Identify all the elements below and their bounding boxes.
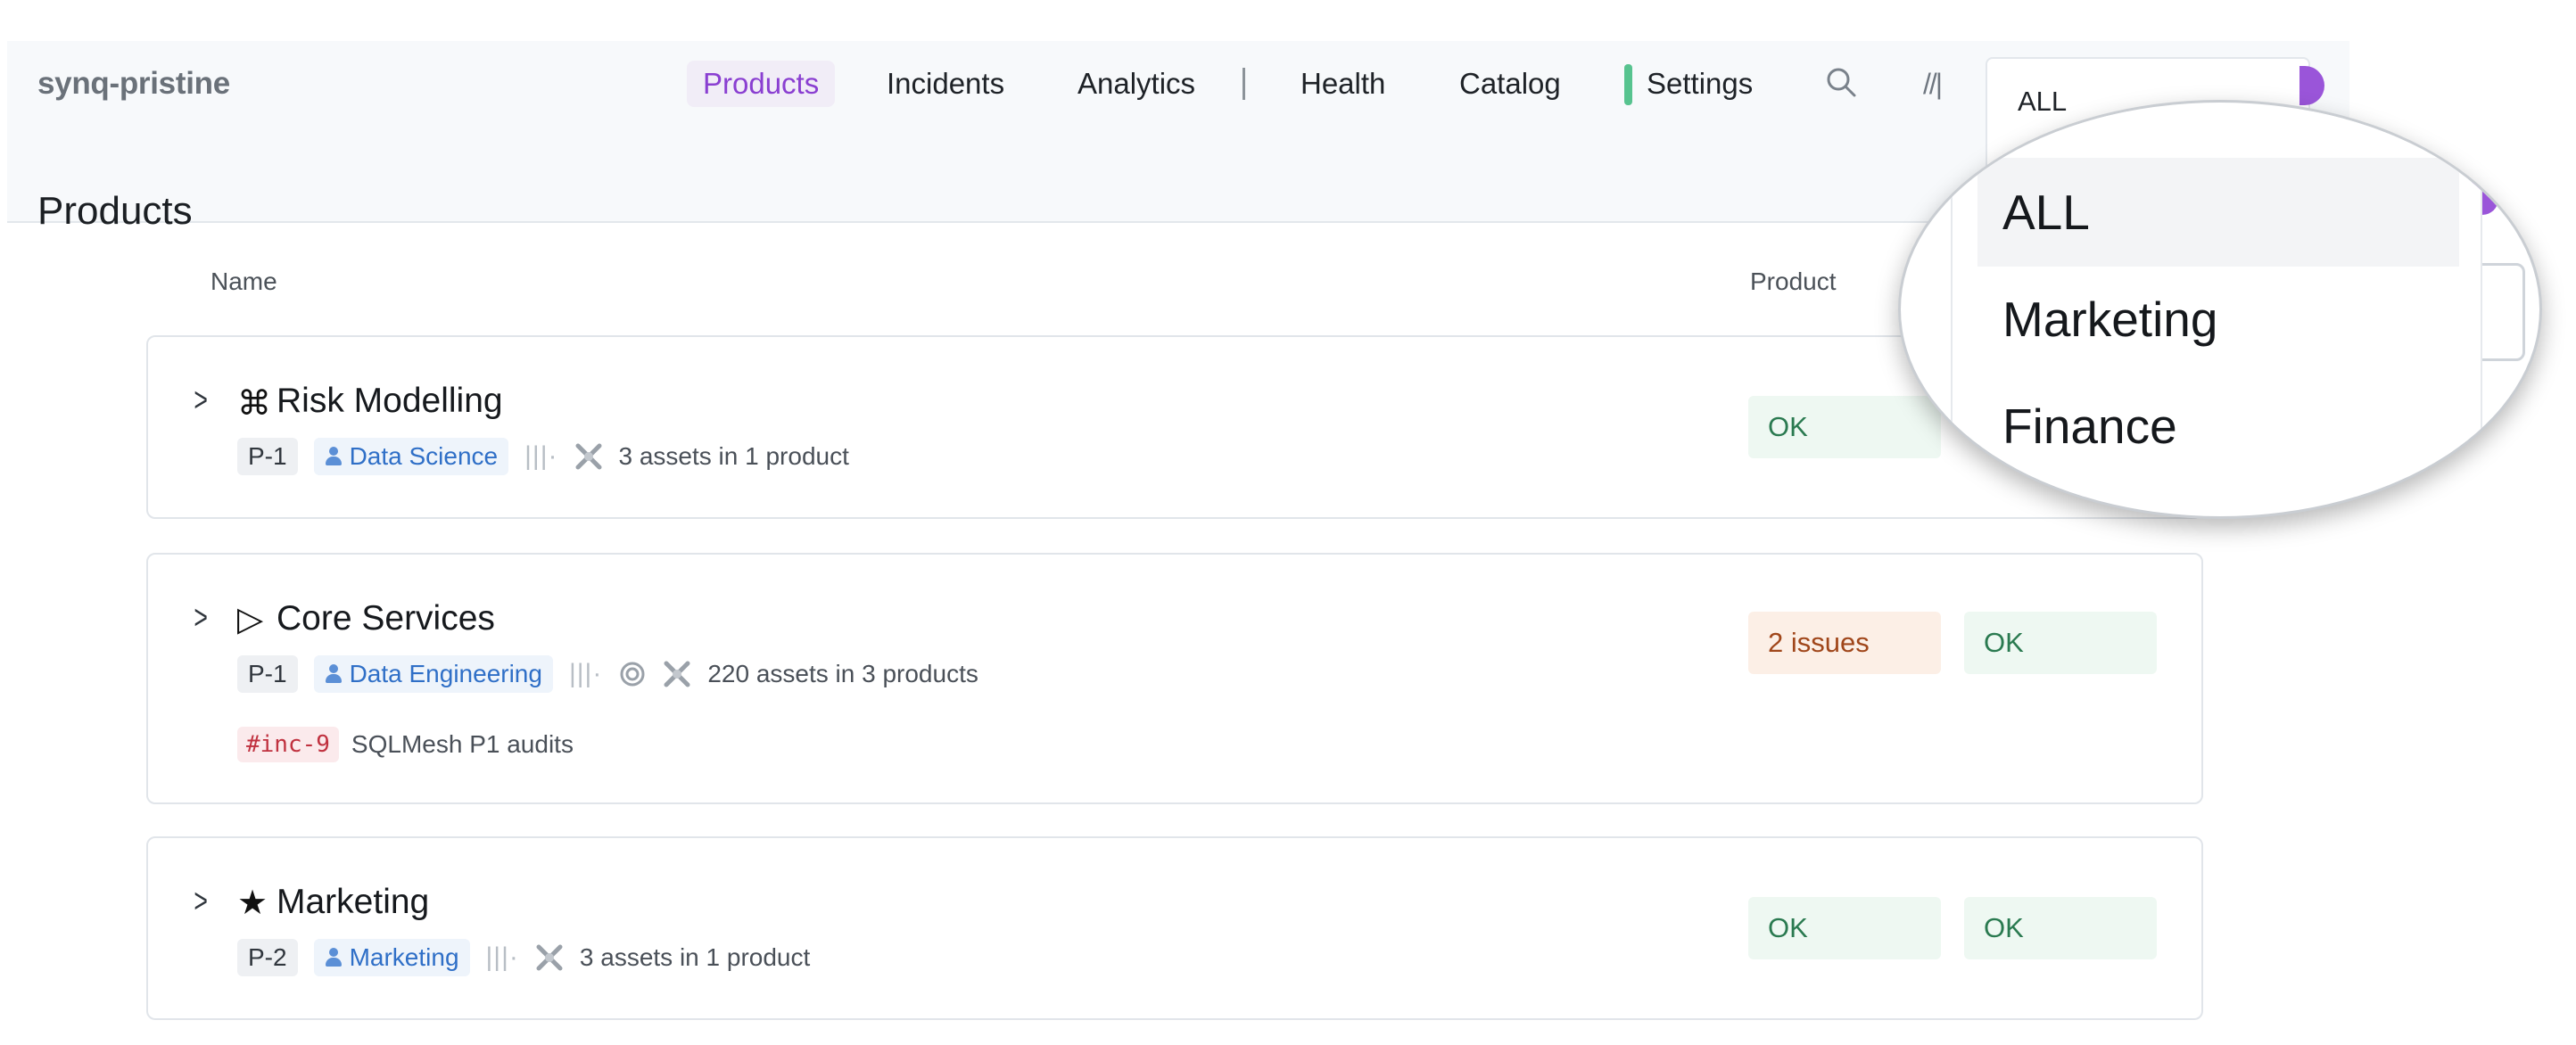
assets-summary: 220 assets in 3 products <box>707 660 978 687</box>
domain-dropdown-menu: ALL Marketing Finance <box>1951 111 2482 497</box>
dropdown-option-all[interactable]: ALL <box>1977 158 2459 267</box>
priority-badge: P-2 <box>237 939 298 976</box>
product-row[interactable]: > ⌘ Risk Modelling P-1 Data Science |||·… <box>146 335 2203 519</box>
incident-title[interactable]: SQLMesh P1 audits <box>351 730 574 759</box>
product-row[interactable]: > ★ Marketing P-2 Marketing |||· 3 asset… <box>146 836 2203 1020</box>
star-icon: ★ <box>237 885 268 922</box>
dropdown-magnifier: ALL Marketing Finance <box>1898 100 2542 519</box>
search-icon[interactable] <box>1823 64 1859 100</box>
bars-icon: |||· <box>485 942 519 972</box>
status-badge-product[interactable]: OK <box>1748 396 1941 458</box>
nav-separator <box>1243 68 1245 100</box>
incident-tag[interactable]: #inc-9 <box>237 727 339 762</box>
status-badge-health[interactable]: OK <box>1964 897 2157 959</box>
nav-catalog[interactable]: Catalog <box>1459 61 1561 107</box>
owner-label: Marketing <box>349 943 459 971</box>
expand-chevron-icon[interactable]: > <box>194 599 208 638</box>
nav-products[interactable]: Products <box>687 61 836 107</box>
incident-line[interactable]: #inc-9 SQLMesh P1 audits <box>237 726 574 763</box>
owner-label: Data Engineering <box>349 660 542 687</box>
product-row[interactable]: > ▷ Core Services P-1 Data Engineering |… <box>146 553 2203 804</box>
owner-badge[interactable]: Data Science <box>313 438 509 475</box>
nav-analytics[interactable]: Analytics <box>1077 61 1195 107</box>
integration-icon <box>664 661 690 687</box>
person-icon <box>325 446 343 467</box>
bars-icon: |||· <box>568 659 603 688</box>
command-icon: ⌘ <box>237 385 271 423</box>
column-header-product[interactable]: Product <box>1750 267 1837 296</box>
play-icon: ▷ <box>237 601 264 638</box>
column-header-name[interactable]: Name <box>211 267 277 296</box>
owner-label: Data Science <box>349 442 499 470</box>
sync-icon <box>620 662 645 687</box>
product-meta: P-1 Data Science |||· 3 assets in 1 prod… <box>237 437 849 476</box>
nav-settings[interactable]: Settings <box>1647 61 1753 107</box>
product-name[interactable]: Risk Modelling <box>277 382 503 421</box>
status-badge-health[interactable]: OK <box>1964 612 2157 674</box>
status-badge-product[interactable]: 2 issues <box>1748 612 1941 674</box>
page-title: Products <box>37 189 193 233</box>
expand-chevron-icon[interactable]: > <box>194 883 208 921</box>
assets-summary: 3 assets in 1 product <box>618 442 849 470</box>
owner-badge[interactable]: Data Engineering <box>313 655 553 693</box>
product-meta: P-1 Data Engineering |||· 220 assets in … <box>237 654 978 694</box>
expand-chevron-icon[interactable]: > <box>194 382 208 420</box>
bars-icon: |||· <box>524 441 558 471</box>
integration-icon <box>536 944 563 971</box>
nav-active-indicator <box>1624 64 1632 105</box>
integration-icon <box>575 443 601 470</box>
product-name[interactable]: Core Services <box>277 599 495 638</box>
assets-summary: 3 assets in 1 product <box>579 943 811 971</box>
person-icon <box>325 663 343 685</box>
priority-badge: P-1 <box>237 655 298 693</box>
product-meta: P-2 Marketing |||· 3 assets in 1 product <box>237 938 810 977</box>
product-name[interactable]: Marketing <box>277 883 429 922</box>
dropdown-option-finance[interactable]: Finance <box>1953 372 2479 481</box>
person-icon <box>325 947 343 968</box>
nav-incidents[interactable]: Incidents <box>887 61 1004 107</box>
owner-badge[interactable]: Marketing <box>313 939 470 976</box>
nav-health[interactable]: Health <box>1300 61 1385 107</box>
dropdown-option-marketing[interactable]: Marketing <box>1953 265 2479 374</box>
command-shortcut-icon[interactable]: //| <box>1923 68 1943 101</box>
priority-badge: P-1 <box>237 438 298 475</box>
status-badge-product[interactable]: OK <box>1748 897 1941 959</box>
